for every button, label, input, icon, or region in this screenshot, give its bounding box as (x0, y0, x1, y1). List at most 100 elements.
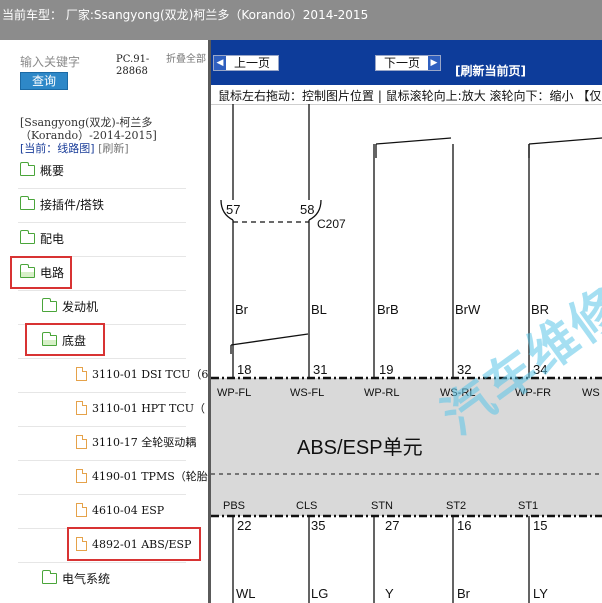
document-icon (76, 503, 87, 517)
divider (18, 290, 186, 291)
tree-item-label: 4610-04 ESP (92, 503, 165, 517)
tree-item-label: 配电 (40, 231, 65, 246)
pin-number-label: 31 (313, 362, 327, 377)
prev-page-button[interactable]: ◀ 上一页 (213, 55, 279, 71)
tree-item-connectors[interactable]: 接插件/搭铁 (20, 194, 104, 214)
divider (18, 358, 186, 359)
car-info: [Ssangyong(双龙)-柯兰多（Korando）-2014-2015] (20, 116, 157, 142)
tree-item-doc1[interactable]: 3110-01 DSI TCU（6 (76, 364, 208, 384)
hint-text: 鼠标左右拖动：控制图片位置 | 鼠标滚轮向上:放大 滚轮向下：缩小 【仅 (218, 89, 602, 103)
signal-label: PBS (223, 500, 245, 512)
pin-number-label: 32 (457, 362, 471, 377)
viewer-panel: ◀ 上一页 下一页 ▶ [刷新当前页] 鼠标左右拖动：控制图片位置 | 鼠标滚轮… (211, 40, 602, 603)
connector-label: C207 (317, 217, 346, 231)
viewer-toolbar: ◀ 上一页 下一页 ▶ [刷新当前页] (211, 40, 602, 85)
pin-number-label: 16 (457, 518, 471, 533)
pc-code: PC.91-28868 (116, 54, 150, 77)
arrow-left-icon: ◀ (214, 56, 226, 70)
tree-item-label: 3110-17 全轮驱动耦 (92, 436, 197, 449)
next-page-label: 下一页 (383, 56, 420, 70)
next-page-button[interactable]: 下一页 ▶ (375, 55, 441, 71)
current-view: [当前：线路图] [刷新] (20, 140, 129, 156)
highlight-box-chassis (25, 323, 105, 356)
document-icon (76, 469, 87, 483)
divider (18, 392, 186, 393)
pin-number-label: 19 (379, 362, 393, 377)
signal-label: WP-FL (217, 387, 251, 399)
tree-item-doc5[interactable]: 4610-04 ESP (76, 500, 164, 520)
wire-bracket (528, 137, 602, 145)
wire-color-label: BrW (455, 302, 481, 317)
divider (18, 460, 186, 461)
wire-color-label: Br (457, 586, 471, 601)
document-icon (76, 367, 87, 381)
signal-label: WS-RL (440, 387, 475, 399)
tree-item-label: 4190-01 TPMS（轮胎 (92, 470, 208, 483)
title-bar: 当前车型： 厂家:Ssangyong(双龙)柯兰多（Korando）2014-2… (0, 0, 602, 40)
tree-item-power[interactable]: 配电 (20, 228, 64, 248)
signal-label: WP-RL (364, 387, 399, 399)
pin-number-label: 35 (311, 518, 325, 533)
prev-page-label: 上一页 (233, 56, 270, 70)
wire-color-label: LY (533, 586, 548, 601)
search-button[interactable]: 查询 (20, 72, 68, 90)
signal-label: STN (371, 500, 393, 512)
folder-icon (42, 297, 57, 312)
wire-splice (230, 333, 309, 346)
pin-label: 57 (226, 202, 240, 217)
pin-number-label: 27 (385, 518, 399, 533)
current-view-label: [当前：线路图] (20, 142, 95, 155)
wire-color-label: BL (311, 302, 327, 317)
signal-label: WP-FR (515, 387, 551, 399)
divider (18, 222, 186, 223)
folder-icon (42, 569, 57, 584)
tree-item-overview[interactable]: 概要 (20, 160, 64, 180)
tree-item-engine[interactable]: 发动机 (42, 296, 98, 316)
tree-item-doc3[interactable]: 3110-17 全轮驱动耦 (76, 432, 196, 452)
tree-item-label: 接插件/搭铁 (40, 197, 105, 212)
pin-number-label: 18 (237, 362, 251, 377)
wire-color-label: LG (311, 586, 328, 601)
search-input[interactable] (16, 54, 118, 70)
document-icon (76, 435, 87, 449)
tree-item-doc4[interactable]: 4190-01 TPMS（轮胎 (76, 466, 208, 486)
tree-item-label: 3110-01 HPT TCU（ (92, 402, 206, 415)
wire-bracket (375, 137, 452, 145)
highlight-box-circuit (10, 256, 72, 289)
hint-bar: 鼠标左右拖动：控制图片位置 | 鼠标滚轮向上:放大 滚轮向下：缩小 【仅 (211, 85, 602, 105)
pin-number-label: 15 (533, 518, 547, 533)
tree-item-label: 概要 (40, 163, 65, 178)
wire-color-label: Y (385, 586, 394, 601)
pin-number-label: 22 (237, 518, 251, 533)
wire-color-label: BR (531, 302, 549, 317)
signal-label: WS (582, 387, 600, 399)
folder-icon (20, 161, 35, 176)
divider (18, 562, 186, 563)
unit-name-label: ABS/ESP单元 (297, 436, 423, 459)
pin-label: 58 (300, 202, 314, 217)
tree-item-label: 3110-01 DSI TCU（6 (92, 368, 208, 381)
tree-item-label: 电气系统 (62, 571, 111, 586)
folder-icon (20, 195, 35, 210)
tree-item-doc2[interactable]: 3110-01 HPT TCU（ (76, 398, 205, 418)
wire-color-label: BrB (377, 302, 399, 317)
divider (18, 494, 186, 495)
tree-item-label: 发动机 (62, 299, 99, 314)
vehicle-title: 当前车型： 厂家:Ssangyong(双龙)柯兰多（Korando）2014-2… (2, 8, 369, 22)
wiring-diagram[interactable]: 57 58C207 Br BL BrB BrW BR 18 31 19 32 34 WP-FL WS-FL… (211, 104, 602, 603)
signal-label: ST1 (518, 500, 538, 512)
divider (18, 188, 186, 189)
signal-label: WS-FL (290, 387, 324, 399)
tree-item-electrical[interactable]: 电气系统 (42, 568, 110, 588)
refresh-link[interactable]: [刷新] (98, 142, 129, 155)
refresh-page-button[interactable]: [刷新当前页] (455, 62, 526, 79)
arrow-right-icon: ▶ (428, 56, 440, 70)
divider (18, 426, 186, 427)
collapse-all-link[interactable]: 折叠全部 (166, 54, 206, 66)
signal-label: ST2 (446, 500, 466, 512)
wire-color-label: WL (236, 586, 256, 601)
document-icon (76, 401, 87, 415)
pin-number-label: 34 (533, 362, 547, 377)
sidebar: 查询 PC.91-28868 折叠全部 [Ssangyong(双龙)-柯兰多（K… (0, 40, 208, 603)
wire-color-label: Br (235, 302, 249, 317)
